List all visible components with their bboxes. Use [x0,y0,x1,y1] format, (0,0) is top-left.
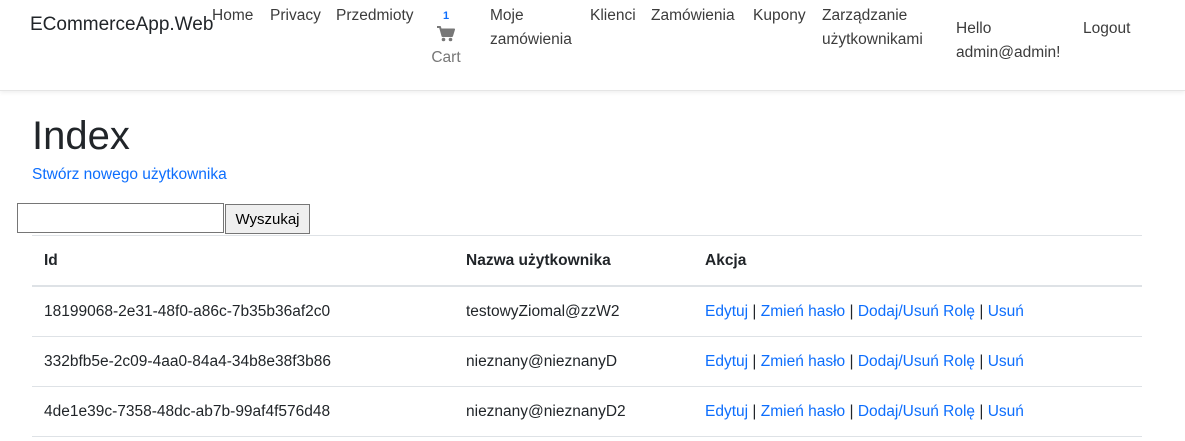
nav-items[interactable]: Przedmioty [336,4,414,28]
cart-icon [430,26,462,42]
cell-actions: Edytuj | Zmień hasło | Dodaj/Usuń Rolę |… [693,286,1142,337]
separator: | [752,402,757,420]
logout-button[interactable]: Logout [1083,17,1130,41]
cart-label: Cart [431,49,461,66]
table-row: 332bfb5e-2c09-4aa0-84a4-34b8e38f3b86 nie… [32,336,1142,387]
search-button[interactable]: Wyszukaj [225,204,310,234]
separator: | [979,352,984,370]
cell-actions: Edytuj | Zmień hasło | Dodaj/Usuń Rolę |… [693,386,1142,437]
separator: | [979,302,984,320]
table-row: 18199068-2e31-48f0-a86c-7b35b36af2c0 tes… [32,286,1142,337]
nav-clients[interactable]: Klienci [590,4,636,28]
edit-link[interactable]: Edytuj [705,303,748,320]
column-header-username: Nazwa użytkownika [454,235,693,287]
user-greeting[interactable]: Hello admin@admin! [956,17,1071,65]
separator: | [752,302,757,320]
nav-user-management[interactable]: Zarządzanie użytkownikami [822,4,937,52]
cell-id: 18199068-2e31-48f0-a86c-7b35b36af2c0 [32,286,454,337]
manage-roles-link[interactable]: Dodaj/Usuń Rolę [858,403,975,420]
cell-id: 332bfb5e-2c09-4aa0-84a4-34b8e38f3b86 [32,336,454,387]
create-user-link[interactable]: Stwórz nowego użytkownika [32,166,227,184]
cell-username: nieznany@nieznanyD [454,336,693,387]
change-password-link[interactable]: Zmień hasło [761,403,845,420]
nav-coupons[interactable]: Kupony [753,4,806,28]
separator: | [849,352,854,370]
nav-my-orders[interactable]: Moje zamówienia [490,4,578,52]
column-header-action: Akcja [693,235,1142,287]
nav-home[interactable]: Home [212,4,253,28]
delete-link[interactable]: Usuń [988,403,1024,420]
nav-privacy[interactable]: Privacy [270,4,321,28]
brand-link[interactable]: ECommerceApp.Web [30,10,213,39]
separator: | [752,352,757,370]
users-table: Id Nazwa użytkownika Akcja 18199068-2e31… [32,235,1142,437]
edit-link[interactable]: Edytuj [705,403,748,420]
cell-username: nieznany@nieznanyD2 [454,386,693,437]
search-input[interactable] [17,203,224,233]
cell-actions: Edytuj | Zmień hasło | Dodaj/Usuń Rolę |… [693,336,1142,387]
table-header-row: Id Nazwa użytkownika Akcja [32,235,1142,287]
cell-id: 4de1e39c-7358-48dc-ab7b-99af4f576d48 [32,386,454,437]
page-title: Index [32,114,130,158]
change-password-link[interactable]: Zmień hasło [761,303,845,320]
separator: | [849,402,854,420]
top-navbar: ECommerceApp.Web Home Privacy Przedmioty… [0,0,1185,91]
cart-link[interactable]: 1 Cart [430,6,462,70]
separator: | [979,402,984,420]
column-header-id: Id [32,235,454,287]
manage-roles-link[interactable]: Dodaj/Usuń Rolę [858,303,975,320]
cell-username: testowyZiomal@zzW2 [454,286,693,337]
delete-link[interactable]: Usuń [988,353,1024,370]
manage-roles-link[interactable]: Dodaj/Usuń Rolę [858,353,975,370]
edit-link[interactable]: Edytuj [705,353,748,370]
cart-count-badge: 1 [442,10,450,22]
nav-orders[interactable]: Zamówienia [651,4,735,28]
table-row: 4de1e39c-7358-48dc-ab7b-99af4f576d48 nie… [32,386,1142,437]
delete-link[interactable]: Usuń [988,303,1024,320]
change-password-link[interactable]: Zmień hasło [761,353,845,370]
separator: | [849,302,854,320]
